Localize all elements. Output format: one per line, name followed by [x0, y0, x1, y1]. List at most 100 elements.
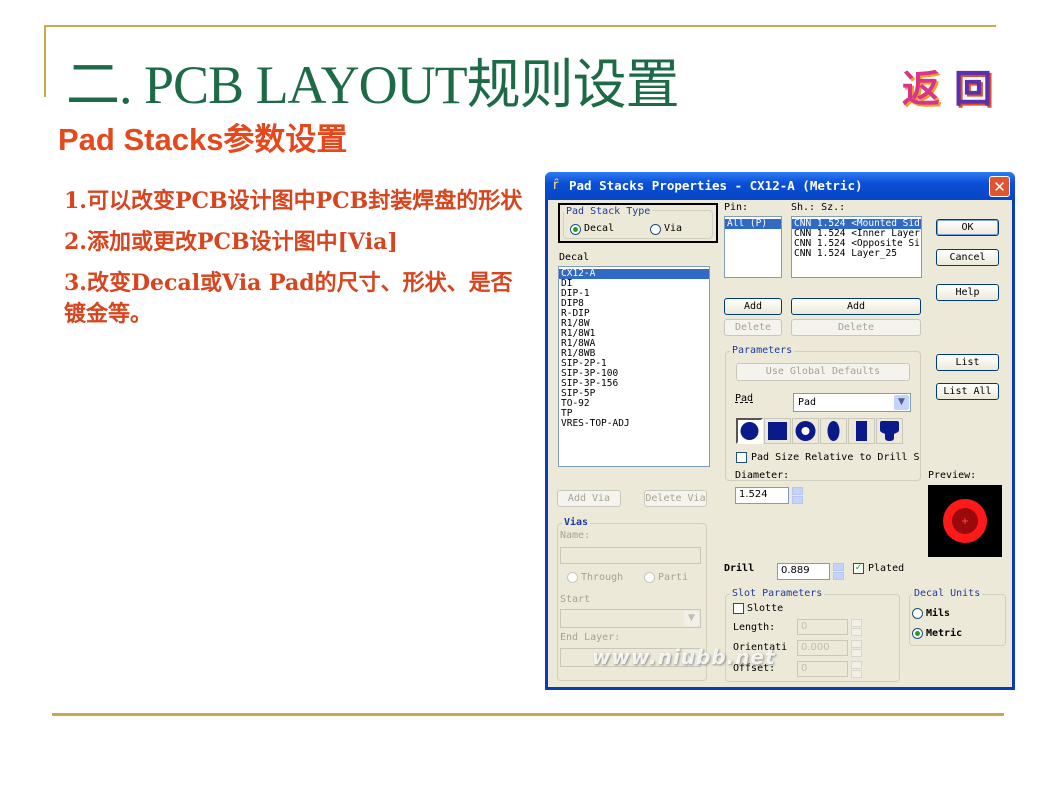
start-layer-select[interactable]: ▼ — [560, 609, 701, 628]
pin-label: Pin: — [724, 202, 749, 213]
pin-list-item[interactable]: All (P) — [725, 219, 781, 229]
diameter-spinner[interactable] — [792, 487, 803, 504]
use-global-defaults-button[interactable]: Use Global Defaults — [736, 363, 910, 381]
length-label: Length: — [733, 622, 776, 633]
shape-rectangle-button[interactable] — [848, 418, 875, 444]
drill-label: Drill — [724, 563, 755, 574]
slotted-label: Slotte — [747, 603, 784, 614]
bullet-item: 3.改变Decal或Via Pad的尺寸、形状、是否镀金等。 — [64, 270, 513, 327]
dialog-titlebar[interactable]: ȓ Pad Stacks Properties - CX12-A (Metric… — [545, 172, 1015, 200]
pin-delete-button[interactable]: Delete — [724, 319, 782, 336]
start-layer-label: Start — [560, 594, 591, 605]
close-button[interactable]: ✕ — [989, 176, 1010, 197]
shape-size-label: Sh.: Sz.: — [791, 202, 846, 213]
left-accent-line — [44, 25, 46, 97]
pad-layer-select[interactable]: Pad ▼ — [793, 393, 911, 412]
drill-spinner[interactable] — [833, 563, 844, 580]
layer-shape-listbox[interactable]: CNN 1.524 <Mounted Sid CNN 1.524 <Inner L… — [791, 216, 922, 278]
decal-list-item[interactable]: VRES-TOP-ADJ — [559, 419, 709, 429]
radio-through[interactable] — [567, 572, 578, 583]
shape-annular-button[interactable] — [792, 418, 819, 444]
decal-units-legend: Decal Units — [912, 588, 983, 599]
radio-metric-label: Metric — [926, 628, 963, 639]
pad-stack-type-group: Pad Stack Type Decal Via — [558, 203, 718, 243]
bullet-item: 2.添加或更改PCB设计图中[Via] — [64, 229, 398, 255]
pad-layer-select-value: Pad — [798, 397, 817, 408]
shape-square-button[interactable] — [764, 418, 791, 444]
slotted-checkbox[interactable] — [733, 603, 744, 614]
cancel-button[interactable]: Cancel — [936, 249, 999, 266]
radio-decal-label: Decal — [584, 223, 615, 234]
pin-add-button[interactable]: Add — [724, 298, 782, 315]
delete-via-button[interactable]: Delete Via — [644, 490, 707, 507]
orientation-spinner[interactable] — [851, 640, 862, 657]
square-pad-icon — [768, 422, 787, 440]
top-divider-line — [44, 25, 996, 27]
shape-odd-button[interactable] — [876, 418, 903, 444]
offset-spinner[interactable] — [851, 661, 862, 678]
diameter-input[interactable]: 1.524 — [735, 487, 789, 504]
list-all-button[interactable]: List All — [936, 383, 999, 400]
radio-metric[interactable] — [912, 628, 923, 639]
offset-input[interactable]: 0 — [797, 661, 848, 677]
radio-mils[interactable] — [912, 608, 923, 619]
watermark-text: www.niubb.net — [592, 645, 776, 669]
via-name-label: Name: — [560, 530, 591, 541]
shape-round-button[interactable] — [736, 418, 763, 444]
pad-stacks-dialog: ȓ Pad Stacks Properties - CX12-A (Metric… — [545, 172, 1015, 690]
decal-list-item[interactable]: CX12-A — [559, 269, 709, 279]
bottom-divider-line — [52, 713, 1004, 716]
app-icon: ȓ — [553, 178, 559, 193]
preview-label: Preview: — [928, 470, 977, 481]
plated-label: Plated — [868, 563, 905, 574]
list-button[interactable]: List — [936, 354, 999, 371]
drill-input[interactable]: 0.889 — [777, 563, 830, 580]
pin-listbox[interactable]: All (P) — [724, 216, 782, 278]
pad-preview — [928, 485, 1002, 557]
slot-parameters-legend: Slot Parameters — [730, 588, 825, 599]
length-input[interactable]: 0 — [797, 619, 848, 635]
decal-label: Decal — [559, 252, 590, 263]
layer-shape-list-item[interactable]: CNN 1.524 Layer_25 — [792, 249, 921, 259]
orientation-input[interactable]: 0.000 — [797, 640, 848, 656]
bullet-item: 1.可以改变PCB设计图中PCB封装焊盘的形状 — [64, 188, 523, 214]
add-via-button[interactable]: Add Via — [557, 490, 621, 507]
ok-button[interactable]: OK — [936, 219, 999, 236]
pad-size-relative-label: Pad Size Relative to Drill S — [751, 452, 920, 463]
decal-listbox[interactable]: CX12-A DI DIP-1 DIP8 R-DIP R1/8W R1/8W1 R1/8WA R… — [558, 266, 710, 467]
back-logo-char-1: 返 — [902, 66, 941, 111]
slide-subtitle: Pad Stacks参数设置 — [58, 122, 348, 157]
dialog-client-area: Pad Stack Type Decal Via Decal CX12-A DI D… — [548, 200, 1012, 687]
bullet-list: 1.可以改变PCB设计图中PCB封装焊盘的形状 2.添加或更改PCB设计图中[V… — [64, 186, 534, 340]
odd-pad-icon — [880, 421, 899, 441]
pad-stack-type-legend: Pad Stack Type — [564, 206, 653, 217]
decal-list-item[interactable]: TO-92 — [559, 399, 709, 409]
layer-add-button[interactable]: Add — [791, 298, 921, 315]
help-button[interactable]: Help — [936, 284, 999, 301]
radio-through-label: Through — [581, 572, 624, 583]
diameter-label: Diameter: — [735, 470, 790, 481]
chevron-down-icon[interactable]: ▼ — [684, 611, 699, 626]
parameters-legend: Parameters — [730, 345, 795, 356]
radio-via-label: Via — [664, 223, 683, 234]
shape-oval-button[interactable] — [820, 418, 847, 444]
rectangle-pad-icon — [856, 421, 867, 441]
annular-pad-icon — [795, 421, 816, 441]
radio-partial-label: Parti — [658, 572, 689, 583]
radio-via-circle[interactable] — [650, 224, 661, 235]
pad-label: Pad — [735, 393, 754, 404]
plated-checkbox[interactable]: ✓ — [853, 563, 864, 574]
length-spinner[interactable] — [851, 619, 862, 636]
layer-delete-button[interactable]: Delete — [791, 319, 921, 336]
via-name-input[interactable] — [560, 547, 701, 564]
back-logo-char-2: 回 — [954, 66, 993, 111]
dialog-title: Pad Stacks Properties - CX12-A (Metric) — [569, 178, 863, 193]
chevron-down-icon[interactable]: ▼ — [894, 395, 909, 410]
radio-decal-circle[interactable] — [570, 224, 581, 235]
slide-title: 二. PCB LAYOUT规则设置 — [66, 55, 680, 115]
oval-pad-icon — [827, 421, 840, 441]
round-pad-icon — [740, 422, 759, 440]
back-button[interactable]: 返 回 — [898, 58, 1004, 111]
pad-size-relative-checkbox[interactable] — [736, 452, 747, 463]
radio-partial[interactable] — [644, 572, 655, 583]
